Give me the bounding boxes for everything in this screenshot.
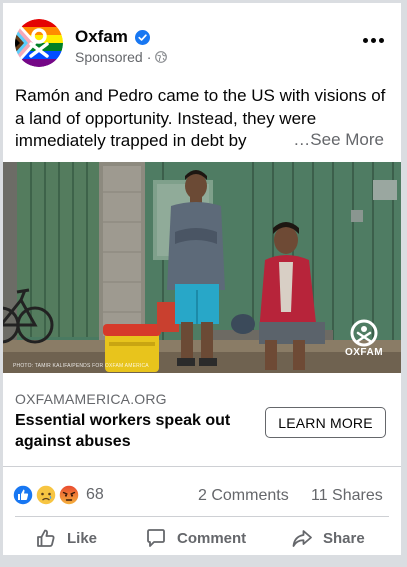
photo-credit: PHOTO: TAMIR KALIFA/PENDS FOR OXFAM AMER… <box>13 363 149 369</box>
dot-icon <box>370 37 376 43</box>
oxfam-watermark: OXFAM <box>341 319 387 361</box>
like-icon <box>12 484 34 506</box>
separator-dot: · <box>146 49 152 65</box>
reactions-count: 68 <box>86 486 104 503</box>
reactions-summary[interactable]: 68 <box>12 484 104 506</box>
dot-icon <box>362 37 368 43</box>
share-label: Share <box>323 529 365 547</box>
verified-badge-icon <box>135 30 150 45</box>
dot-icon <box>378 37 384 43</box>
comment-icon <box>147 529 165 547</box>
comment-button[interactable]: Comment <box>145 523 246 553</box>
watermark-text: OXFAM <box>344 347 384 358</box>
page-name[interactable]: Oxfam <box>75 27 128 47</box>
share-button[interactable]: Share <box>291 523 365 553</box>
engagement-stats: 68 2 Comments 11 Shares <box>3 475 401 515</box>
angry-icon <box>58 484 80 506</box>
like-label: Like <box>67 529 98 547</box>
learn-more-button[interactable]: LEARN MORE <box>265 407 386 438</box>
more-options-button[interactable] <box>359 30 387 50</box>
sponsored-label: Sponsored · <box>75 49 168 65</box>
share-arrow-icon <box>292 530 312 547</box>
post-actions: Like Comment Share <box>3 519 401 555</box>
link-preview[interactable]: OXFAMAMERICA.ORG Essential workers speak… <box>3 373 401 467</box>
comments-count[interactable]: 2 Comments <box>198 487 289 505</box>
sponsored-text[interactable]: Sponsored <box>75 49 143 65</box>
link-domain: OXFAMAMERICA.ORG <box>15 391 167 407</box>
link-title: Essential workers speak out against abus… <box>15 412 231 450</box>
post-header: Oxfam Sponsored · <box>3 3 401 75</box>
see-more-link[interactable]: …See More <box>289 130 384 150</box>
comment-label: Comment <box>177 529 247 547</box>
oxfam-logo-icon <box>350 319 378 347</box>
sad-icon <box>35 484 57 506</box>
globe-icon <box>155 51 168 63</box>
oxfam-avatar[interactable] <box>15 19 63 67</box>
sponsored-post-card: Oxfam Sponsored · Ramón and Pedro came t… <box>3 3 401 555</box>
shares-count[interactable]: 11 Shares <box>311 487 383 505</box>
thumbs-up-icon <box>37 529 55 547</box>
actions-divider <box>15 516 389 517</box>
like-button[interactable]: Like <box>35 523 97 553</box>
post-photo[interactable]: PHOTO: TAMIR KALIFA/PENDS FOR OXFAM AMER… <box>3 162 401 373</box>
